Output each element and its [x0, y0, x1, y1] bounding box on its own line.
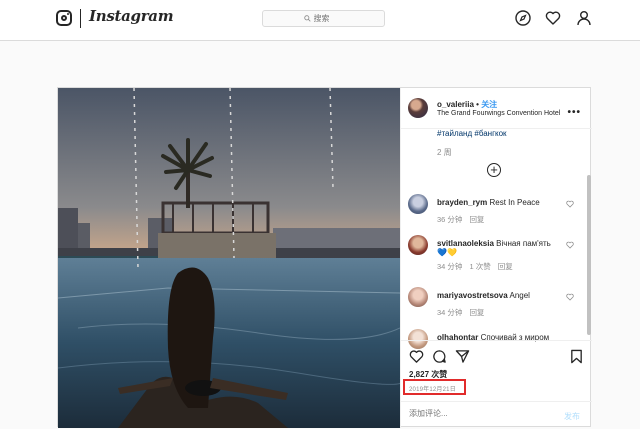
author-line: o_valeriia • 关注 [437, 99, 497, 110]
comment-likes[interactable]: 1 次赞 [469, 262, 490, 271]
save-bookmark-icon[interactable] [569, 349, 584, 364]
comment-meta: 34 分钟 回复 [437, 307, 491, 318]
comment-item: svitlanaoleksia Вічная пам'ять 💙💛 34 分钟 1 … [401, 235, 592, 275]
comment-text: brayden_rym Rest In Peace [437, 198, 562, 207]
caption-time: 2 周 [437, 148, 452, 157]
comment-text: mariyavostretsova Angel [437, 291, 562, 300]
logo-divider [80, 9, 81, 28]
comment-time: 34 分钟 [437, 262, 463, 271]
load-more-comments-button[interactable]: + [487, 163, 501, 177]
post-actions: 2,827 次赞 2019年12月21日 发布 [401, 340, 592, 428]
instagram-wordmark[interactable]: Instagram [89, 7, 174, 25]
commenter-username[interactable]: mariyavostretsova [437, 291, 508, 300]
post-header: o_valeriia • 关注 The Grand Fourwings Conv… [401, 88, 592, 129]
explore-compass-icon[interactable] [515, 10, 531, 26]
more-options-icon[interactable]: ••• [567, 107, 581, 118]
comment-meta: 34 分钟 1 次赞 回复 [437, 261, 520, 272]
add-comment-input[interactable] [409, 409, 549, 418]
top-navigation-bar: Instagram [0, 0, 640, 41]
comment-body: Rest In Peace [489, 198, 540, 207]
reply-button[interactable]: 回复 [469, 215, 484, 224]
activity-heart-icon[interactable] [545, 10, 561, 26]
post-location[interactable]: The Grand Fourwings Convention Hotel [437, 110, 560, 117]
commenter-avatar[interactable] [408, 235, 428, 255]
likes-label: 次赞 [431, 370, 448, 379]
author-username[interactable]: o_valeriia [437, 100, 474, 109]
like-heart-icon[interactable] [409, 349, 424, 364]
comment-time: 36 分钟 [437, 215, 463, 224]
post-photo[interactable] [58, 88, 400, 428]
comment-item: mariyavostretsova Angel 34 分钟 回复 [401, 287, 592, 327]
likes-number: 2,827 [409, 370, 430, 379]
reply-button[interactable]: 回复 [498, 262, 513, 271]
reply-button[interactable]: 回复 [469, 308, 484, 317]
comment-like-heart-icon[interactable] [566, 200, 574, 208]
instagram-glyph-icon[interactable] [56, 10, 72, 26]
add-comment-bar: 发布 [401, 401, 592, 429]
commenter-username[interactable]: svitlanaoleksia [437, 239, 494, 248]
comment-meta: 36 分钟 回复 [437, 214, 491, 225]
author-avatar[interactable] [408, 98, 428, 118]
post-sidebar: o_valeriia • 关注 The Grand Fourwings Conv… [400, 88, 592, 428]
post-card: o_valeriia • 关注 The Grand Fourwings Conv… [57, 87, 592, 428]
post-comment-button[interactable]: 发布 [564, 411, 580, 422]
caption-hashtags[interactable]: #тайланд #бангкок [437, 129, 507, 138]
commenter-avatar[interactable] [408, 287, 428, 307]
comment-time: 34 分钟 [437, 308, 463, 317]
commenter-username[interactable]: brayden_rym [437, 198, 487, 207]
share-paper-plane-icon[interactable] [455, 349, 470, 364]
search-box[interactable] [262, 10, 385, 27]
comment-bubble-icon[interactable] [432, 349, 447, 364]
comment-body: Angel [509, 291, 530, 300]
comment-emoji: 💙💛 [437, 248, 457, 257]
comment-like-heart-icon[interactable] [566, 293, 574, 301]
profile-person-icon[interactable] [576, 10, 592, 26]
comment-body: Вічная пам'ять [496, 239, 551, 248]
comment-item: brayden_rym Rest In Peace 36 分钟 回复 [401, 194, 592, 234]
search-icon [303, 15, 311, 22]
post-photo-image [58, 88, 400, 428]
comment-text: svitlanaoleksia Вічная пам'ять 💙💛 [437, 239, 562, 257]
follow-button[interactable]: 关注 [481, 100, 497, 109]
search-input[interactable] [313, 14, 344, 23]
commenter-avatar[interactable] [408, 194, 428, 214]
post-date: 2019年12月21日 [409, 387, 456, 393]
comment-like-heart-icon[interactable] [566, 241, 574, 249]
